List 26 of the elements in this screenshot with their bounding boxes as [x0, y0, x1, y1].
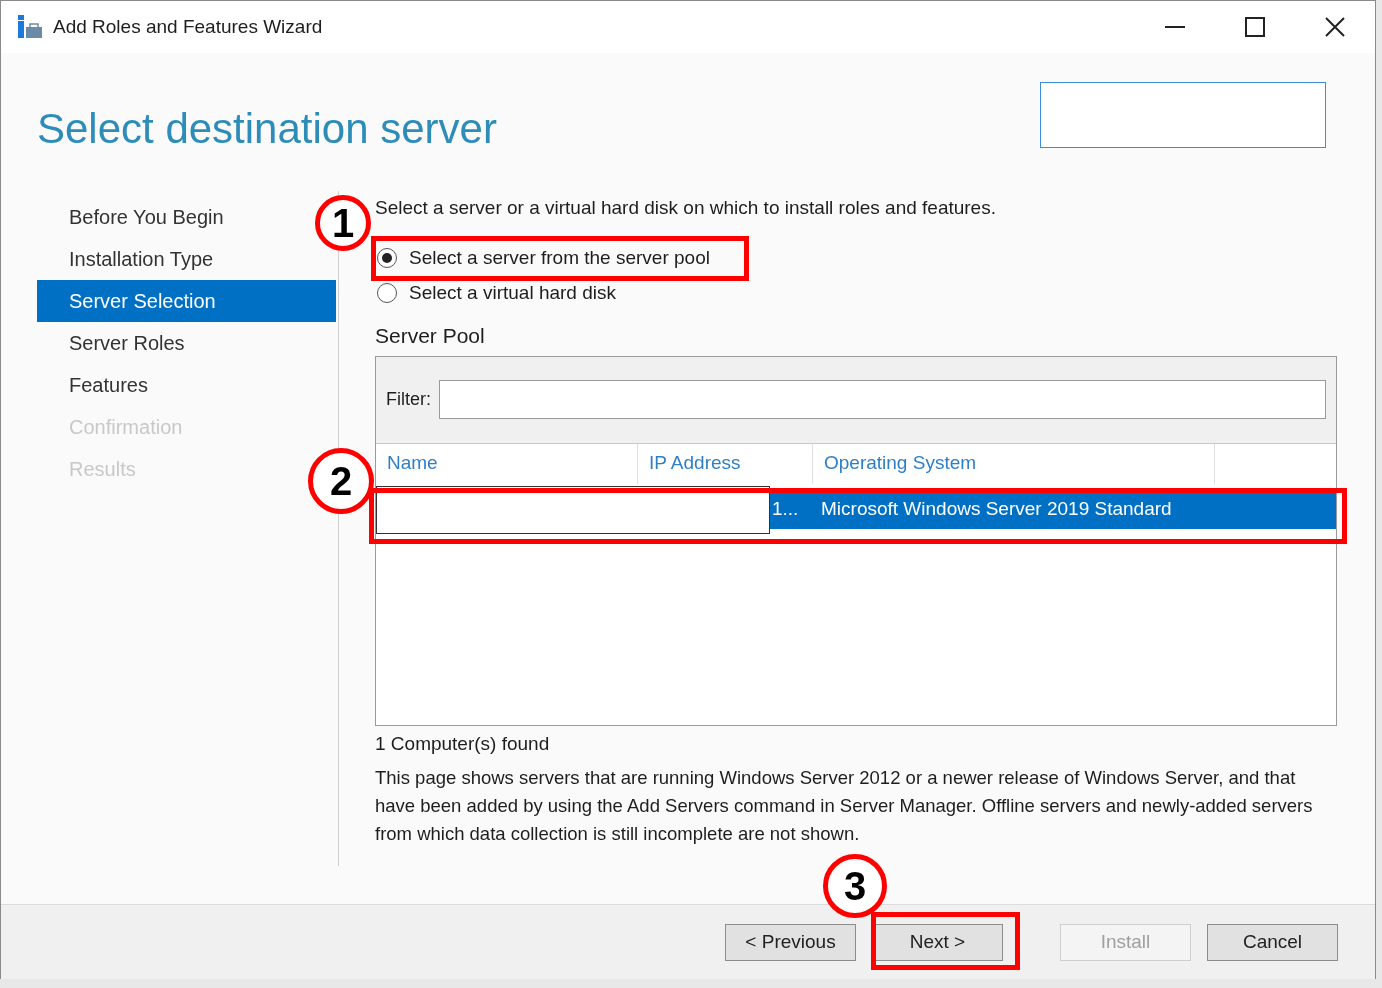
filter-label: Filter:: [386, 388, 431, 411]
description-text: This page shows servers that are running Windows Server 2012 or a newer release of Windows Server, and that have been added by using the Add Servers command in Server Manager. Offline servers and newly-added servers from which data collection is still incomplete are not shown.: [375, 765, 1314, 846]
wizard-step[interactable]: Before You Begin: [37, 196, 228, 238]
radio-option[interactable]: Select a server from the server pool: [375, 246, 714, 270]
wizard-button[interactable]: Cancel: [1207, 923, 1338, 961]
radio-option[interactable]: Select a virtual hard disk: [375, 281, 620, 305]
wizard-step[interactable]: Server Roles: [37, 322, 189, 364]
wizard-step[interactable]: Server Selection: [37, 280, 336, 322]
instruction-text: Select a server or a virtual hard disk on which to install roles and features.: [375, 196, 997, 220]
wizard-app-icon: [17, 15, 43, 39]
table-cell-text: Microsoft Windows Server 2019 Standard: [821, 497, 1172, 522]
column-header[interactable]: Name: [376, 443, 638, 484]
column-header[interactable]: Operating System: [813, 443, 1215, 484]
table-cell-text: 1...: [771, 497, 800, 522]
minimize-icon: [1165, 26, 1185, 28]
wizard-button[interactable]: < Previous: [725, 923, 856, 961]
close-icon: [1325, 17, 1345, 37]
server-pool-heading: Server Pool: [375, 323, 486, 349]
wizard-step[interactable]: Installation Type: [37, 238, 218, 280]
filter-field[interactable]: [439, 380, 1326, 419]
window-title: Add Roles and Features Wizard: [53, 14, 323, 39]
maximize-icon: [1245, 17, 1265, 37]
page-title: Select destination server: [37, 104, 497, 154]
result-count: 1 Computer(s) found: [375, 731, 551, 756]
column-header[interactable]: IP Address: [638, 443, 813, 484]
wizard-step[interactable]: Features: [37, 364, 152, 406]
